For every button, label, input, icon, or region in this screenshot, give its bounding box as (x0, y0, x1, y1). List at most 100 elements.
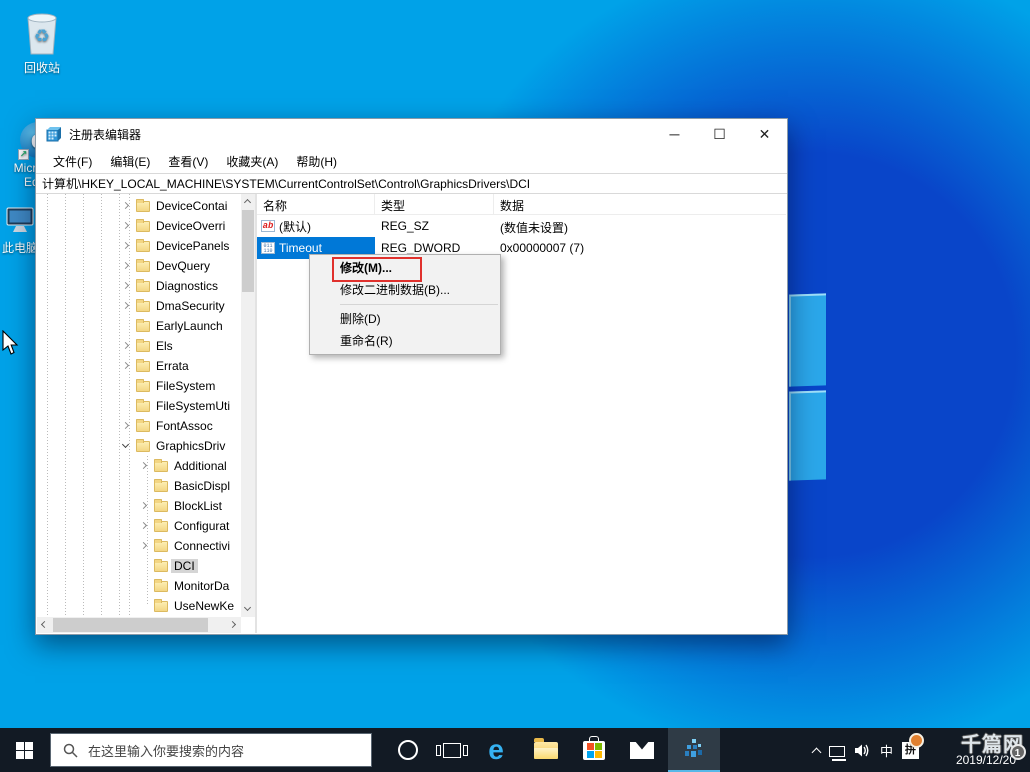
expand-icon[interactable] (140, 542, 147, 549)
ime-language-indicator[interactable]: 中 (880, 741, 893, 760)
registry-editor-window: 注册表编辑器 ─ ☐ ✕ 文件(F) 编辑(E) 查看(V) 收藏夹(A) 帮助… (35, 118, 788, 635)
expand-icon[interactable] (122, 262, 129, 269)
tree-item-Additional[interactable]: Additional (37, 456, 241, 476)
tree-item-MonitorDa[interactable]: MonitorDa (37, 576, 241, 596)
tree-item-DeviceOverri[interactable]: DeviceOverri (37, 216, 241, 236)
windows-logo-icon (16, 742, 33, 759)
value-data: 0x00000007 (7) (500, 241, 584, 255)
tree-vertical-scrollbar[interactable] (241, 194, 255, 617)
tree-item-FileSystemUti[interactable]: FileSystemUti (37, 396, 241, 416)
column-header-type[interactable]: 类型 (375, 194, 494, 215)
desktop-icon-recycle-bin[interactable]: ♻ 回收站 (10, 10, 74, 76)
collapse-icon[interactable] (122, 441, 129, 448)
tree-item-DCI[interactable]: DCI (37, 556, 241, 576)
context-menu-item-修改M[interactable]: 修改(M)... (310, 257, 500, 279)
folder-icon (136, 341, 150, 352)
mail-icon (630, 742, 654, 759)
expand-icon[interactable] (122, 282, 129, 289)
scroll-up-icon[interactable] (244, 199, 251, 206)
tray-chevron-up-icon[interactable] (812, 747, 822, 757)
menu-file[interactable]: 文件(F) (44, 150, 101, 173)
column-header-data[interactable]: 数据 (494, 194, 694, 215)
scroll-down-icon[interactable] (244, 604, 251, 611)
menu-favorites[interactable]: 收藏夹(A) (217, 150, 287, 173)
tree-item-EarlyLaunch[interactable]: EarlyLaunch (37, 316, 241, 336)
tree-item-DmaSecurity[interactable]: DmaSecurity (37, 296, 241, 316)
minimize-button[interactable]: ─ (652, 119, 697, 149)
tree-item-DeviceContai[interactable]: DeviceContai (37, 196, 241, 216)
tree-item-Errata[interactable]: Errata (37, 356, 241, 376)
tree-horizontal-scrollbar[interactable] (37, 617, 241, 633)
regedit-app-icon (46, 126, 62, 142)
store-icon (583, 741, 605, 760)
menu-edit[interactable]: 编辑(E) (101, 150, 159, 173)
expand-icon[interactable] (140, 522, 147, 529)
window-title: 注册表编辑器 (69, 126, 141, 143)
tree-item-DevicePanels[interactable]: DevicePanels (37, 236, 241, 256)
context-menu-item-重命名R[interactable]: 重命名(R) (310, 330, 500, 352)
network-icon[interactable] (829, 746, 845, 757)
tree-item-label: Additional (171, 459, 230, 473)
start-button[interactable] (0, 728, 48, 772)
tree-item-label: DevQuery (153, 259, 213, 273)
tree-item-BlockList[interactable]: BlockList (37, 496, 241, 516)
reg-dword-icon: 011110 (261, 242, 275, 254)
tree-item-Configurat[interactable]: Configurat (37, 516, 241, 536)
tree-item-label: MonitorDa (171, 579, 232, 593)
taskbar-item-task-view[interactable] (430, 728, 474, 772)
volume-icon[interactable] (854, 743, 871, 758)
tree-item-BasicDispl[interactable]: BasicDispl (37, 476, 241, 496)
column-header-name[interactable]: 名称 (257, 194, 375, 215)
title-bar[interactable]: 注册表编辑器 ─ ☐ ✕ (36, 119, 787, 149)
tree-item-DevQuery[interactable]: DevQuery (37, 256, 241, 276)
tree-item-Els[interactable]: Els (37, 336, 241, 356)
hscroll-thumb[interactable] (53, 618, 208, 632)
tree-item-FontAssoc[interactable]: FontAssoc (37, 416, 241, 436)
address-bar[interactable]: 计算机\HKEY_LOCAL_MACHINE\SYSTEM\CurrentCon… (36, 173, 787, 194)
taskbar-search-input[interactable]: 在这里输入你要搜索的内容 (50, 733, 372, 767)
tree-item-GraphicsDriv[interactable]: GraphicsDriv (37, 436, 241, 456)
expand-icon[interactable] (122, 342, 129, 349)
clock[interactable]: 2019/12/20 千篇网 1 (928, 730, 1020, 770)
context-menu-item-删除D[interactable]: 删除(D) (310, 308, 500, 330)
tree-item-label: BlockList (171, 499, 225, 513)
tree-item-FileSystem[interactable]: FileSystem (37, 376, 241, 396)
tree-item-UseNewKe[interactable]: UseNewKe (37, 596, 241, 616)
taskbar-item-registry-editor-active[interactable] (668, 728, 720, 772)
tree-item-Diagnostics[interactable]: Diagnostics (37, 276, 241, 296)
expand-icon[interactable] (122, 422, 129, 429)
scroll-left-icon[interactable] (41, 621, 48, 628)
folder-icon (154, 541, 168, 552)
expand-icon[interactable] (122, 242, 129, 249)
menu-help[interactable]: 帮助(H) (287, 150, 346, 173)
value-type: REG_DWORD (381, 241, 460, 255)
tree-item-label: Configurat (171, 519, 232, 533)
folder-icon (154, 581, 168, 592)
menu-view[interactable]: 查看(V) (159, 150, 217, 173)
taskbar-item-file-explorer[interactable] (524, 728, 568, 772)
taskbar-item-cortana[interactable] (386, 728, 430, 772)
folder-icon (136, 201, 150, 212)
taskbar-item-edge[interactable]: e (474, 728, 518, 772)
context-menu: 修改(M)...修改二进制数据(B)... 删除(D)重命名(R) (309, 254, 501, 355)
folder-icon (136, 241, 150, 252)
close-button[interactable]: ✕ (742, 119, 787, 149)
context-menu-item-修改二进制数据B[interactable]: 修改二进制数据(B)... (310, 279, 500, 301)
taskbar-item-store[interactable] (572, 728, 616, 772)
expand-icon[interactable] (122, 222, 129, 229)
expand-icon[interactable] (140, 502, 147, 509)
maximize-button[interactable]: ☐ (697, 119, 742, 149)
tree-item-Connectivi[interactable]: Connectivi (37, 536, 241, 556)
vscroll-thumb[interactable] (242, 210, 254, 292)
expand-icon[interactable] (122, 202, 129, 209)
tree-item-label: DevicePanels (153, 239, 232, 253)
menu-separator (340, 304, 498, 305)
expand-icon[interactable] (140, 462, 147, 469)
watermark-badge: 1 (1010, 744, 1026, 760)
expand-icon[interactable] (122, 362, 129, 369)
scroll-right-icon[interactable] (229, 621, 236, 628)
expand-icon[interactable] (122, 302, 129, 309)
value-name-cell[interactable]: ab(默认) (257, 215, 375, 237)
value-row-(默认)[interactable]: ab(默认)REG_SZ(数值未设置) (257, 215, 786, 237)
taskbar-item-mail[interactable] (620, 728, 664, 772)
